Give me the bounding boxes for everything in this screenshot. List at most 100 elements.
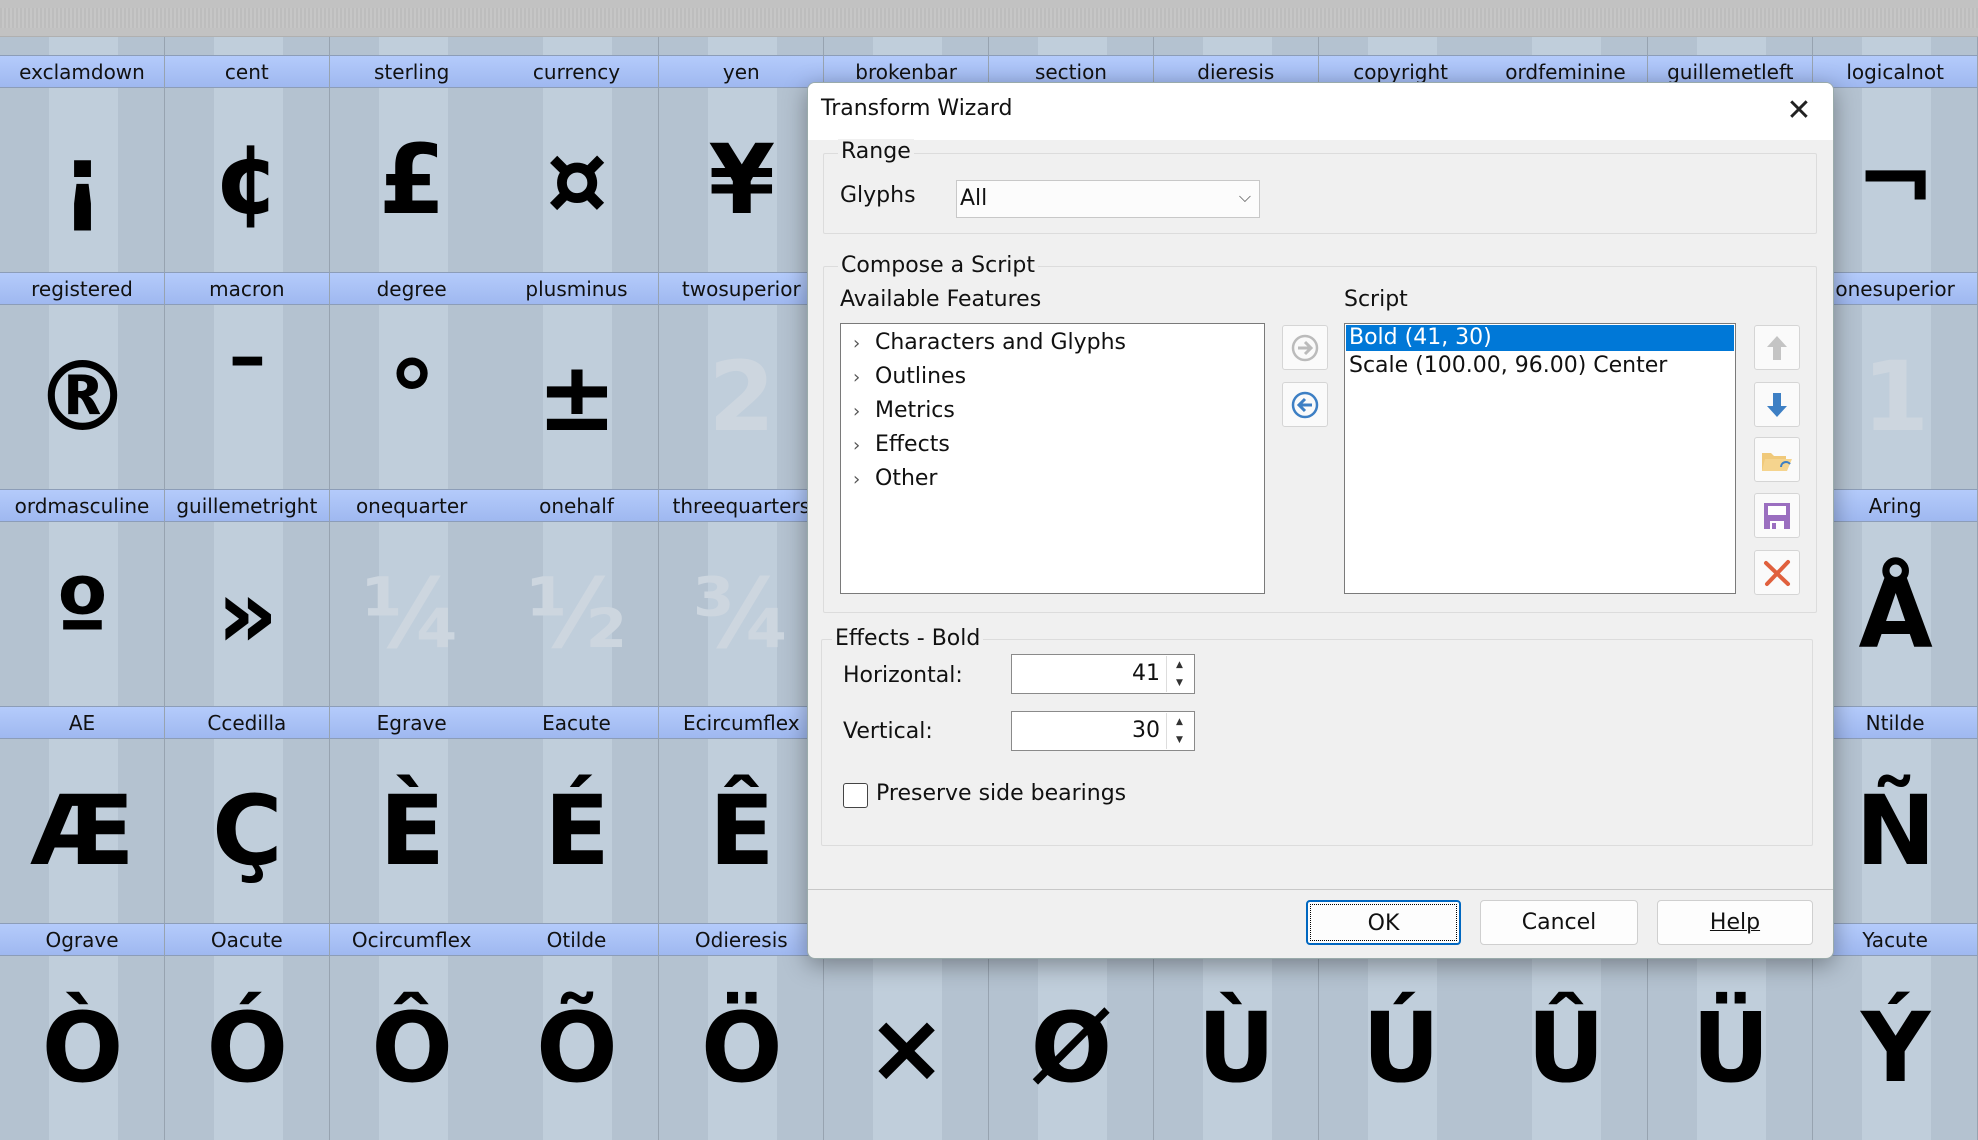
glyph-name-label: cent (164, 55, 330, 88)
glyph-preview: ® (34, 341, 131, 453)
glyph-cell[interactable] (1813, 37, 1978, 55)
move-up-button[interactable] (1754, 325, 1800, 370)
tree-item-outlines[interactable]: › Outlines (853, 360, 966, 394)
glyphs-select[interactable]: All ⌵ (956, 180, 1260, 218)
glyph-preview: Ö (701, 992, 783, 1104)
glyph-cell[interactable]: » (164, 522, 330, 706)
glyph-cell[interactable]: ¥ (659, 88, 825, 272)
glyph-cell[interactable] (1318, 37, 1484, 55)
glyph-name-label: yen (659, 55, 825, 88)
glyph-preview: ° (388, 341, 437, 453)
spin-up-icon[interactable]: ▲ (1166, 713, 1192, 731)
glyph-cell[interactable]: × (824, 956, 990, 1140)
glyph-name-label: Ograve (0, 923, 165, 956)
glyph-preview: ¯ (223, 341, 272, 453)
spin-down-icon[interactable]: ▼ (1166, 674, 1192, 692)
glyph-name-label: plusminus (494, 272, 660, 305)
vertical-spinner[interactable]: 30 ▲ ▼ (1011, 711, 1195, 751)
add-to-script-button[interactable] (1282, 325, 1328, 370)
glyph-cell[interactable] (164, 37, 330, 55)
glyph-cell[interactable]: Ñ (1813, 739, 1978, 923)
horizontal-spinner[interactable]: 41 ▲ ▼ (1011, 654, 1195, 694)
move-down-button[interactable] (1754, 382, 1800, 427)
features-tree[interactable]: › Characters and Glyphs › Outlines › Metric… (840, 323, 1265, 594)
glyph-name-label: ordmasculine (0, 489, 165, 522)
glyph-name-label: exclamdown (0, 55, 165, 88)
spin-up-icon[interactable]: ▲ (1166, 656, 1192, 674)
glyph-cell[interactable] (659, 37, 825, 55)
glyph-cell[interactable]: ± (494, 305, 660, 489)
script-list[interactable]: Bold (41, 30) Scale (100.00, 96.00) Cent… (1344, 323, 1736, 594)
glyph-cell[interactable]: Ö (659, 956, 825, 1140)
tree-item-characters-and-glyphs[interactable]: › Characters and Glyphs (853, 326, 1126, 360)
remove-from-script-button[interactable] (1282, 382, 1328, 427)
glyph-cell[interactable]: £ (329, 88, 495, 272)
glyph-cell[interactable] (494, 37, 660, 55)
glyph-cell[interactable] (988, 37, 1154, 55)
script-item-selected[interactable]: Bold (41, 30) (1346, 325, 1734, 351)
cancel-button[interactable]: Cancel (1480, 900, 1638, 945)
ok-button[interactable]: OK (1306, 900, 1461, 945)
close-icon[interactable]: ✕ (1779, 91, 1819, 131)
glyph-cell[interactable]: 2 (659, 305, 825, 489)
tree-item-label: Other (875, 466, 938, 491)
glyph-cell[interactable]: Ù (1153, 956, 1319, 1140)
glyph-cell[interactable]: Ø (988, 956, 1154, 1140)
help-button[interactable]: Help (1657, 900, 1813, 945)
glyph-cell[interactable]: Æ (0, 739, 165, 923)
glyph-cell[interactable]: ¢ (164, 88, 330, 272)
glyph-cell[interactable]: É (494, 739, 660, 923)
glyph-cell[interactable]: Ü (1648, 956, 1814, 1140)
glyph-cell[interactable]: ½ (494, 522, 660, 706)
save-script-button[interactable] (1754, 493, 1800, 538)
folder-open-icon (1762, 452, 1792, 471)
chevron-right-icon: › (853, 333, 861, 354)
glyph-cell[interactable]: ¼ (329, 522, 495, 706)
vertical-label: Vertical: (843, 719, 933, 744)
glyph-cell[interactable]: ¤ (494, 88, 660, 272)
script-item[interactable]: Scale (100.00, 96.00) Center (1346, 352, 1734, 380)
glyph-cell[interactable]: ¯ (164, 305, 330, 489)
glyph-name-label: degree (329, 272, 495, 305)
glyph-cell[interactable]: Ý (1813, 956, 1978, 1140)
glyph-cell[interactable]: ¬ (1813, 88, 1978, 272)
delete-script-item-button[interactable] (1754, 550, 1800, 595)
load-script-button[interactable] (1754, 437, 1800, 482)
glyph-cell[interactable]: Ú (1318, 956, 1484, 1140)
preserve-side-bearings-checkbox[interactable] (843, 783, 868, 808)
compose-heading: Compose a Script (838, 253, 1038, 278)
glyph-cell[interactable]: º (0, 522, 165, 706)
glyph-cell[interactable]: Õ (494, 956, 660, 1140)
glyph-cell[interactable] (329, 37, 495, 55)
glyph-cell[interactable] (1483, 37, 1649, 55)
glyph-name-label: onesuperior (1813, 272, 1978, 305)
horizontal-label: Horizontal: (843, 663, 963, 688)
glyph-cell[interactable]: Ô (329, 956, 495, 1140)
glyph-cell[interactable]: Ó (164, 956, 330, 1140)
preserve-side-bearings-label[interactable]: Preserve side bearings (876, 781, 1126, 806)
glyph-cell[interactable]: ° (329, 305, 495, 489)
spin-down-icon[interactable]: ▼ (1166, 731, 1192, 749)
glyph-cell[interactable]: È (329, 739, 495, 923)
glyph-cell[interactable] (1648, 37, 1814, 55)
glyph-preview: Õ (536, 992, 618, 1104)
glyphs-label: Glyphs (840, 183, 916, 208)
tree-item-effects[interactable]: › Effects (853, 428, 950, 462)
glyph-cell[interactable]: Å (1813, 522, 1978, 706)
glyph-cell[interactable] (0, 37, 165, 55)
tree-item-metrics[interactable]: › Metrics (853, 394, 955, 428)
glyph-cell[interactable]: ® (0, 305, 165, 489)
glyph-cell[interactable]: ¡ (0, 88, 165, 272)
glyph-cell[interactable] (824, 37, 990, 55)
tree-item-other[interactable]: › Other (853, 462, 937, 496)
glyph-cell[interactable]: Ç (164, 739, 330, 923)
glyph-name-label: macron (164, 272, 330, 305)
glyph-name-label: currency (494, 55, 660, 88)
glyph-cell[interactable]: ¾ (659, 522, 825, 706)
glyph-cell[interactable]: Ê (659, 739, 825, 923)
glyph-cell[interactable]: 1 (1813, 305, 1978, 489)
glyph-cell[interactable]: Û (1483, 956, 1649, 1140)
glyph-cell[interactable] (1153, 37, 1319, 55)
glyph-preview: º (55, 558, 110, 670)
glyph-cell[interactable]: Ò (0, 956, 165, 1140)
